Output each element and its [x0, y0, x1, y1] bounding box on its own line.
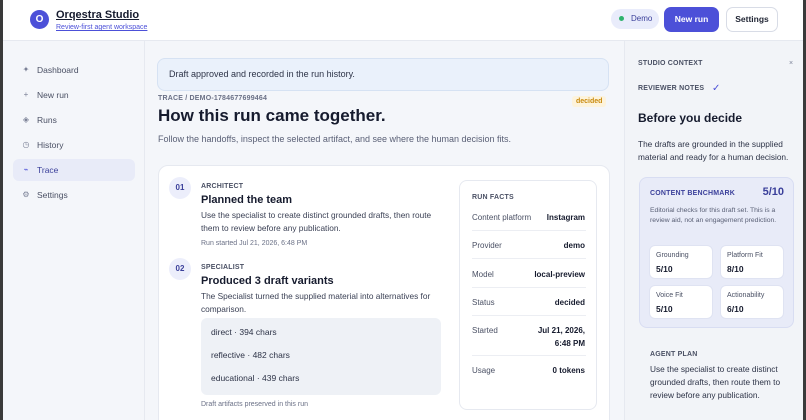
- list-item[interactable]: direct · 394 chars: [211, 327, 277, 337]
- page-title: How this run came together.: [158, 106, 386, 125]
- divider: [472, 315, 586, 316]
- sidebar-item-trace[interactable]: ⌁ Trace: [13, 159, 135, 181]
- step-number: 01: [169, 177, 191, 199]
- metric-actionability: Actionability 6/10: [720, 285, 784, 319]
- step-title: Produced 3 draft variants: [201, 275, 334, 287]
- metric-value: 5/10: [656, 304, 673, 314]
- benchmark-description: Editorial checks for this draft set. Thi…: [650, 207, 777, 224]
- demo-mode-badge[interactable]: Demo: [611, 9, 659, 29]
- metric-label: Actionability: [727, 292, 765, 299]
- fact-value: local-preview: [534, 270, 585, 279]
- panel-text: The drafts are grounded in the supplied …: [638, 139, 789, 162]
- fact-label: Content platform: [472, 213, 532, 222]
- step-description: Use the specialist to create distinct gr…: [201, 210, 432, 233]
- studio-context-panel: STUDIO CONTEXT × REVIEWER NOTES ✓ Before…: [624, 41, 803, 420]
- fact-label: Usage: [472, 366, 496, 375]
- sidebar-item-new-run[interactable]: + New run: [13, 84, 135, 106]
- fact-label: Started: [472, 326, 498, 335]
- metric-label: Grounding: [656, 252, 689, 259]
- content-benchmark-card: CONTENT BENCHMARK 5/10 Editorial checks …: [639, 177, 794, 328]
- divider: [472, 258, 586, 259]
- settings-button[interactable]: Settings: [726, 7, 778, 32]
- fact-label: Model: [472, 270, 494, 279]
- divider: [472, 230, 586, 231]
- sidebar-item-label: Settings: [37, 190, 68, 200]
- clock-icon: ◷: [22, 140, 30, 149]
- reviewer-notes-label: REVIEWER NOTES: [638, 85, 705, 92]
- agent-plan-text: Use the specialist to create distinct gr…: [650, 364, 781, 400]
- metric-platform-fit: Platform Fit 8/10: [720, 245, 784, 279]
- divider: [472, 355, 586, 356]
- page-subtitle: Follow the handoffs, inspect the selecte…: [158, 134, 512, 144]
- benchmark-score: 5/10: [762, 186, 784, 198]
- fact-value: decided: [554, 298, 585, 307]
- metric-label: Platform Fit: [727, 252, 763, 259]
- sidebar-item-settings[interactable]: ⚙ Settings: [13, 184, 135, 206]
- metric-value: 5/10: [656, 264, 673, 274]
- benchmark-title: CONTENT BENCHMARK: [650, 190, 736, 197]
- check-icon: ✓: [712, 83, 721, 94]
- demo-label: Demo: [631, 14, 653, 23]
- app-subtitle[interactable]: Review-first agent workspace: [56, 24, 147, 31]
- step-title: Planned the team: [201, 194, 293, 206]
- sidebar-item-label: Dashboard: [37, 65, 79, 75]
- main-content: Draft approved and recorded in the run h…: [145, 41, 624, 420]
- sidebar: ✦ Dashboard + New run ◈ Runs ◷ History ⌁…: [3, 41, 145, 420]
- sidebar-item-label: Trace: [37, 165, 59, 175]
- gear-icon: ⚙: [22, 190, 30, 199]
- panel-heading: Before you decide: [638, 111, 743, 125]
- status-dot-icon: [619, 16, 624, 21]
- plus-icon: +: [23, 90, 29, 99]
- diamond-icon: ◈: [22, 115, 30, 124]
- trace-id: TRACE / DEMO-1784677699464: [158, 95, 268, 102]
- app-window: O Orqestra Studio Review-first agent wor…: [3, 0, 803, 420]
- fact-value: Instagram: [546, 213, 585, 222]
- status-badge: decided: [572, 96, 607, 107]
- trace-icon: ⌁: [23, 165, 29, 174]
- fact-label: Status: [472, 298, 495, 307]
- sidebar-item-label: History: [37, 140, 64, 150]
- new-run-button[interactable]: New run: [664, 7, 719, 32]
- sparkle-icon: ✦: [22, 65, 30, 74]
- fact-value: demo: [563, 241, 585, 250]
- run-facts-title: RUN FACTS: [472, 194, 514, 201]
- top-bar: O Orqestra Studio Review-first agent wor…: [3, 0, 803, 41]
- app-logo[interactable]: O: [30, 10, 49, 29]
- sidebar-item-runs[interactable]: ◈ Runs: [13, 109, 135, 131]
- close-icon[interactable]: ×: [789, 60, 793, 67]
- panel-title: STUDIO CONTEXT: [638, 60, 703, 67]
- list-item[interactable]: reflective · 482 chars: [211, 350, 290, 360]
- divider: [472, 287, 586, 288]
- step-meta: Draft artifacts preserved in this run: [201, 401, 308, 408]
- metric-voice-fit: Voice Fit 5/10: [649, 285, 713, 319]
- metric-value: 8/10: [727, 264, 744, 274]
- trace-card: 01 ARCHITECT Planned the team Use the sp…: [158, 165, 610, 420]
- step-role: ARCHITECT: [201, 183, 244, 190]
- agent-plan-label: AGENT PLAN: [650, 351, 698, 358]
- metric-label: Voice Fit: [656, 292, 683, 299]
- step-description: The Specialist turned the supplied mater…: [201, 291, 431, 314]
- sidebar-item-label: New run: [37, 90, 69, 100]
- fact-value: 0 tokens: [552, 366, 585, 375]
- app-title[interactable]: Orqestra Studio: [56, 9, 139, 21]
- fact-label: Provider: [472, 241, 502, 250]
- run-facts-panel: RUN FACTS Content platform Instagram Pro…: [459, 180, 597, 410]
- step-role: SPECIALIST: [201, 264, 245, 271]
- step-number: 02: [169, 258, 191, 280]
- list-item[interactable]: educational · 439 chars: [211, 373, 299, 383]
- metric-value: 6/10: [727, 304, 744, 314]
- step-meta: Run started Jul 21, 2026, 6:48 PM: [201, 240, 308, 247]
- draft-variants-list: direct · 394 chars reflective · 482 char…: [201, 318, 441, 395]
- sidebar-item-history[interactable]: ◷ History: [13, 134, 135, 156]
- success-banner: Draft approved and recorded in the run h…: [157, 58, 609, 91]
- fact-value: Jul 21, 2026, 6:48 PM: [537, 326, 585, 348]
- sidebar-item-label: Runs: [37, 115, 57, 125]
- metric-grounding: Grounding 5/10: [649, 245, 713, 279]
- sidebar-item-dashboard[interactable]: ✦ Dashboard: [13, 59, 135, 81]
